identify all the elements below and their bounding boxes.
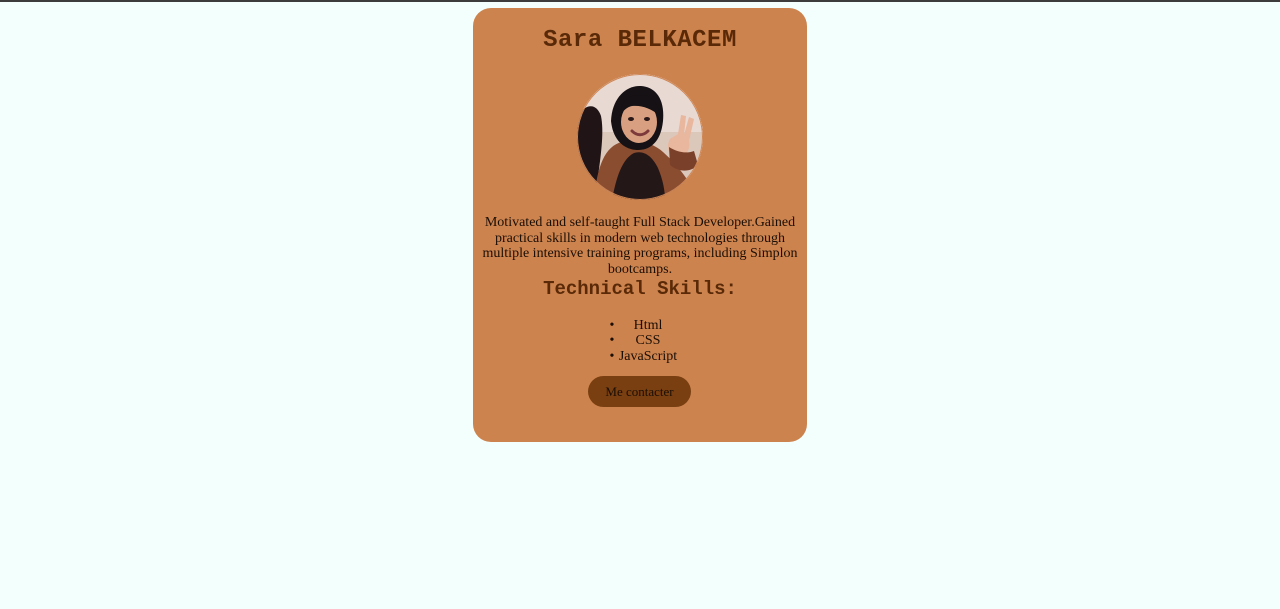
browser-top-border bbox=[0, 0, 1280, 2]
profile-bio: Motivated and self-taught Full Stack Dev… bbox=[482, 215, 798, 277]
skill-label: JavaScript bbox=[618, 348, 678, 364]
contact-button[interactable]: Me contacter bbox=[588, 376, 691, 407]
profile-photo bbox=[577, 74, 703, 200]
skills-list: • Html • CSS • JavaScript bbox=[473, 318, 807, 364]
bullet-icon: • bbox=[609, 318, 615, 333]
skill-label: CSS bbox=[635, 333, 661, 349]
skills-title: Technical Skills: bbox=[543, 278, 737, 300]
avatar bbox=[577, 74, 703, 200]
bullet-icon: • bbox=[609, 333, 615, 349]
profile-card: Sara BELKACEM Motivated and self-taught … bbox=[473, 8, 807, 442]
skill-label: Html bbox=[633, 318, 663, 333]
list-item: • Html bbox=[473, 318, 807, 333]
bullet-icon: • bbox=[609, 348, 615, 364]
profile-name: Sara BELKACEM bbox=[543, 27, 737, 54]
list-item: • CSS bbox=[473, 333, 807, 348]
list-item: • JavaScript bbox=[473, 349, 807, 364]
